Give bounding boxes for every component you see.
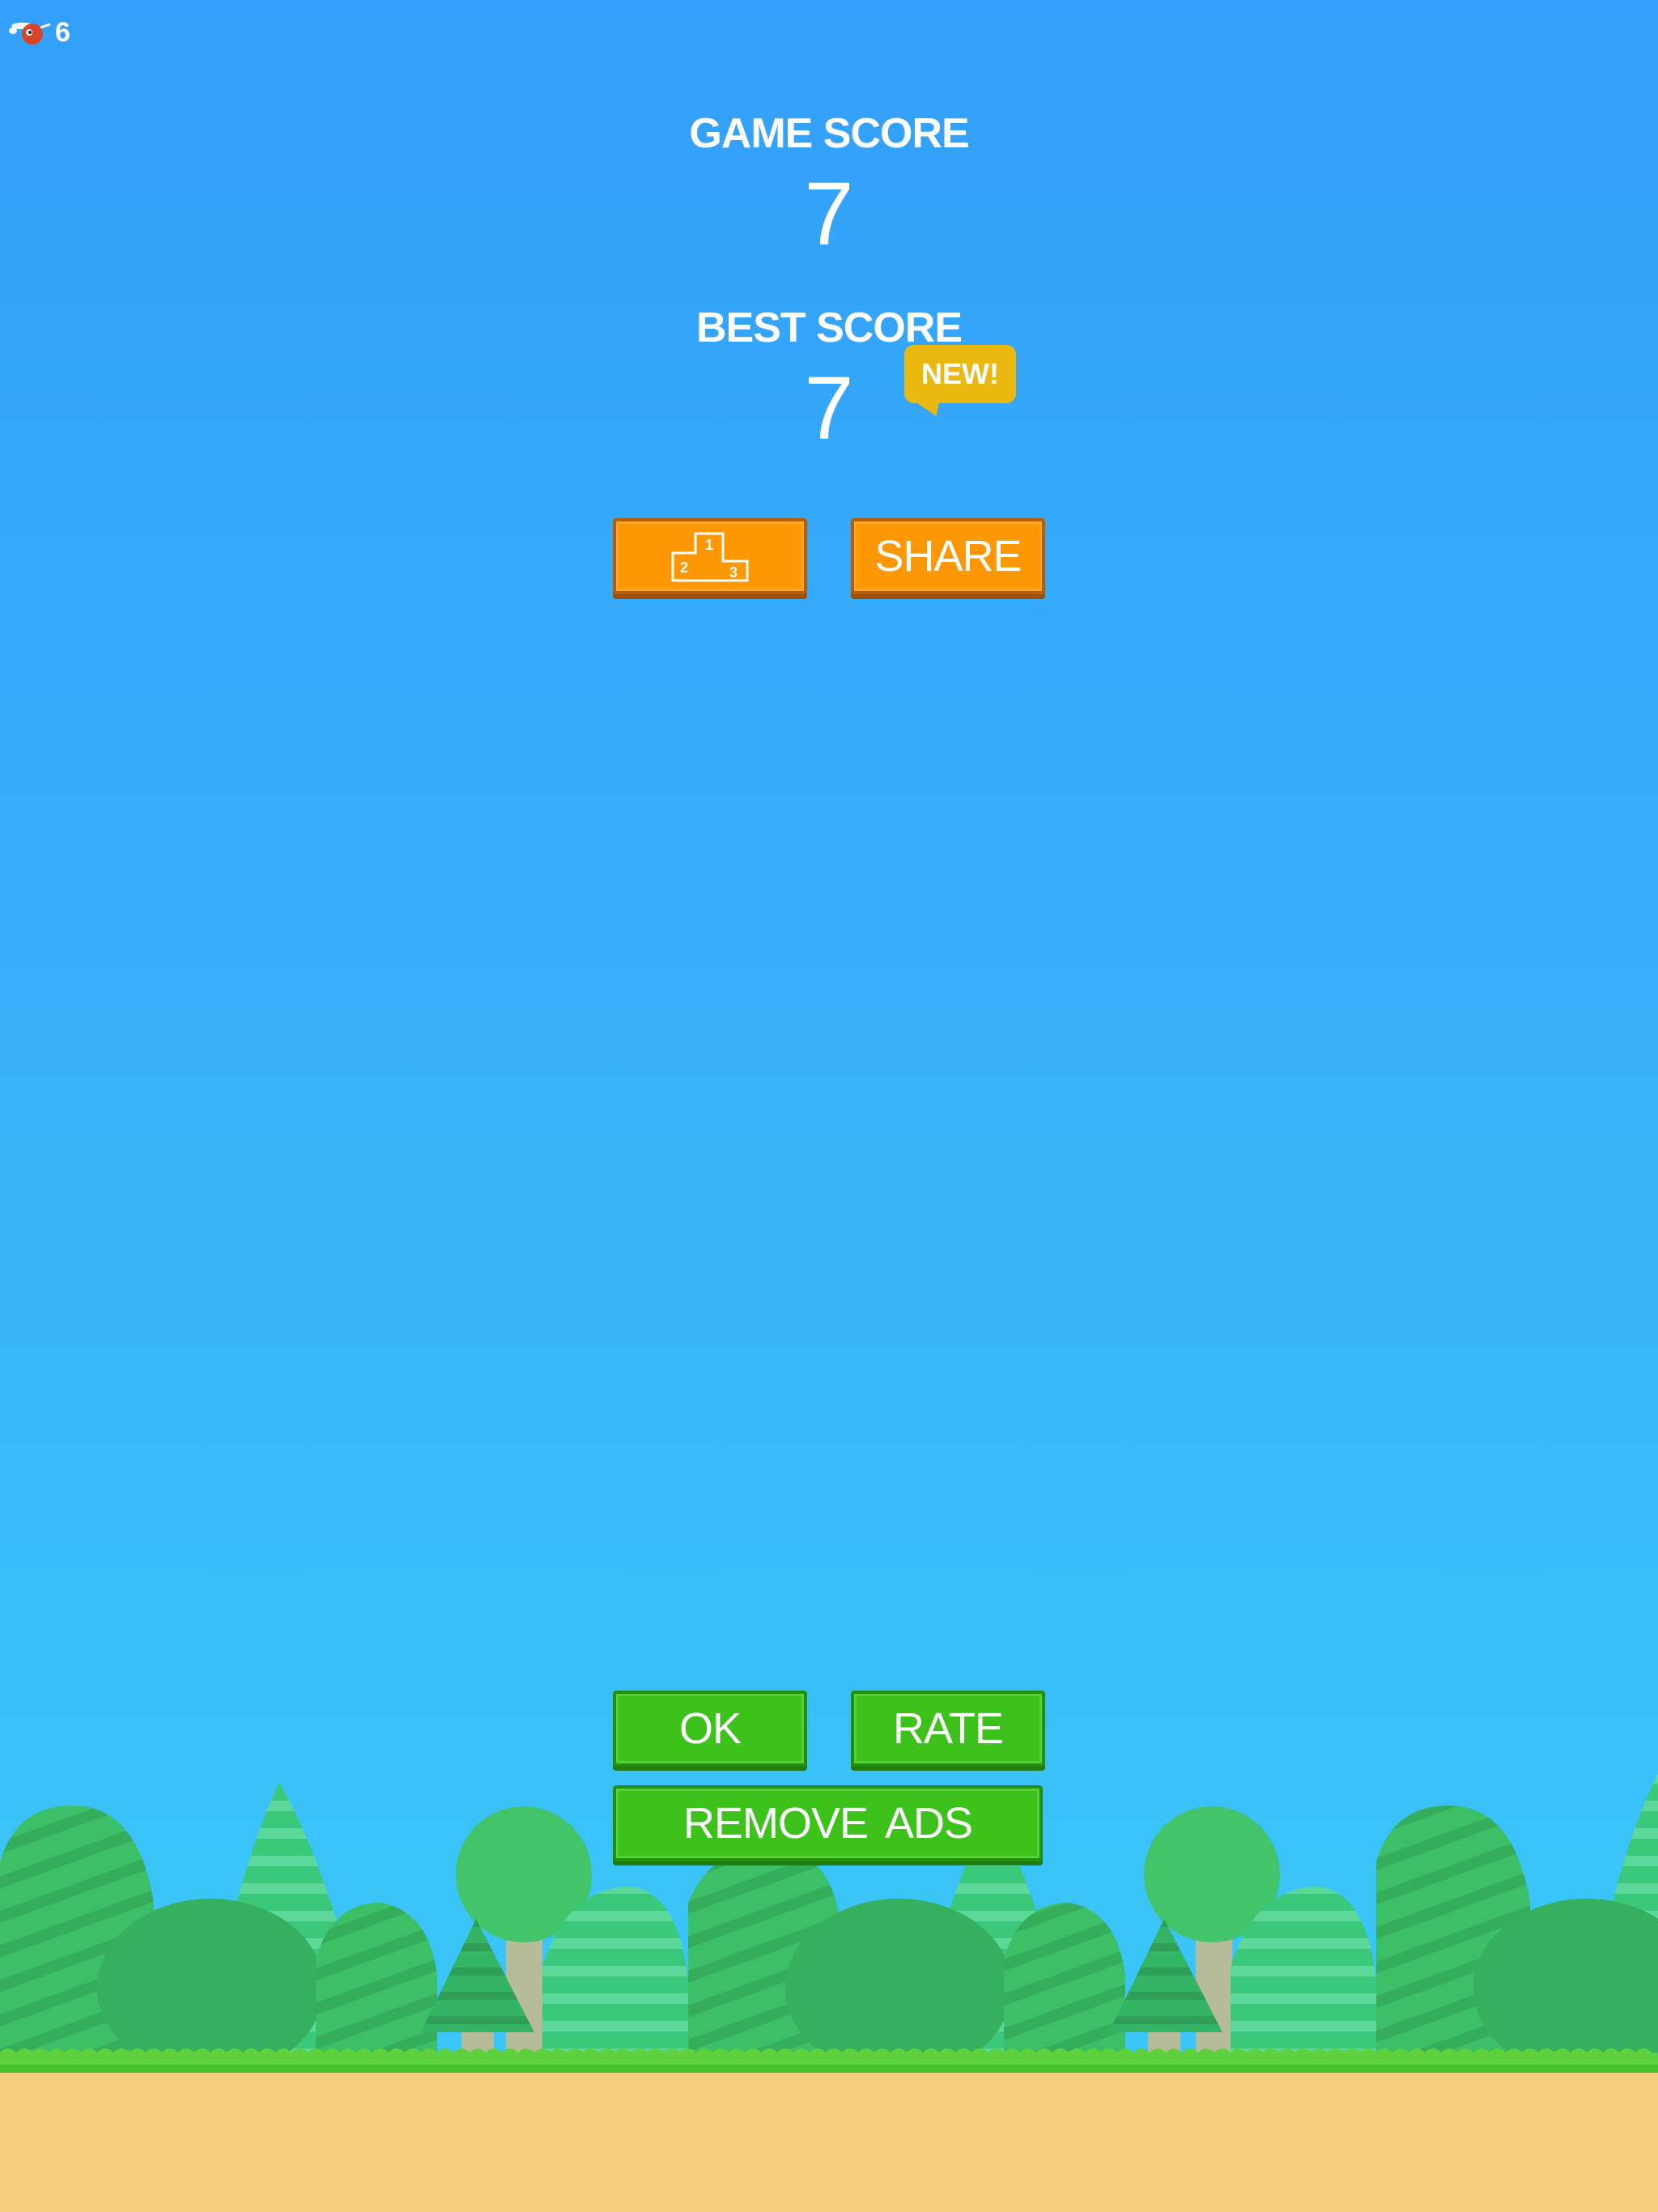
rate-button[interactable]: RATE [851,1691,1045,1767]
podium-third-label: 3 [729,564,738,581]
flying-ball-icon [9,23,51,45]
leaderboard-button[interactable]: 2 1 3 [613,518,807,594]
ok-button[interactable]: OK [613,1691,807,1767]
game-score-label: GAME SCORE [689,110,969,157]
sand-ground [0,2073,1658,2212]
podium-icon: 2 1 3 [671,532,749,582]
best-score-label: BEST SCORE [695,304,963,351]
coin-counter: 6 [8,15,70,50]
podium-first-label: 1 [705,537,713,553]
game-score-value: 7 [804,164,854,264]
podium-second-label: 2 [680,559,688,576]
coin-count: 6 [55,16,70,48]
share-button[interactable]: SHARE [851,518,1045,594]
new-best-badge: NEW! [904,345,1016,403]
remove-ads-button[interactable]: REMOVE ADS [613,1785,1043,1861]
best-score-value: 7 [804,359,854,458]
